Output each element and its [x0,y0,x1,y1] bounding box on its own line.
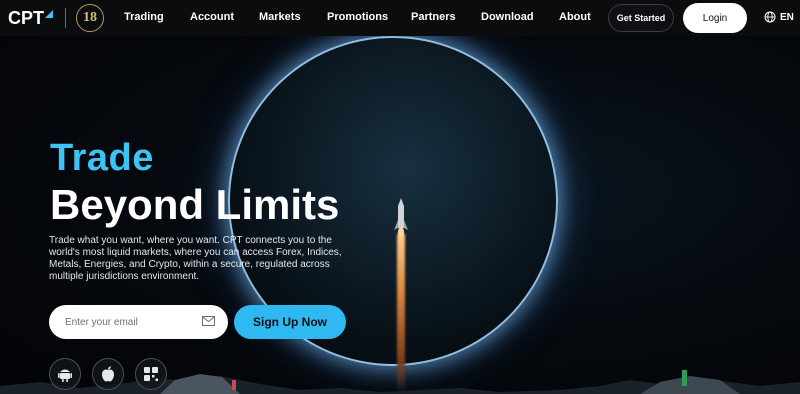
email-field[interactable] [49,305,228,339]
page: CPT 18 Trading Account Markets Promotion… [0,0,800,394]
login-button[interactable]: Login [683,3,747,33]
hero-title-accent: Trade [50,137,154,179]
anniversary-badge: 18 [76,4,104,32]
qr-code-button[interactable] [135,358,167,390]
nav-markets[interactable]: Markets [259,11,301,23]
nav-about[interactable]: About [559,11,591,23]
ios-app-button[interactable] [92,358,124,390]
apple-icon [102,366,114,382]
nav-trading[interactable]: Trading [124,11,164,23]
android-app-button[interactable] [49,358,81,390]
nav-account[interactable]: Account [190,11,234,23]
logo-text: CPT [8,7,44,28]
email-input[interactable] [63,315,197,329]
cpt-logo-icon [45,10,53,18]
language-selector[interactable]: EN [764,11,794,23]
mail-icon [202,316,215,326]
language-label: EN [780,11,794,23]
qr-code-icon [144,367,158,381]
site-header: CPT 18 Trading Account Markets Promotion… [0,0,800,36]
hero-description: Trade what you want, where you want. CPT… [49,235,342,282]
sign-up-button[interactable]: Sign Up Now [234,305,346,339]
logo-divider [65,8,66,28]
nav-partners[interactable]: Partners [411,11,456,23]
rocket-icon [394,198,408,237]
get-started-button[interactable]: Get Started [608,4,674,32]
cpt-logo[interactable]: CPT 18 [8,4,104,32]
nav-download[interactable]: Download [481,11,534,23]
globe-icon [764,11,776,23]
android-icon [58,369,72,382]
hero-title: Beyond Limits [50,181,340,228]
nav-promotions[interactable]: Promotions [327,11,388,23]
